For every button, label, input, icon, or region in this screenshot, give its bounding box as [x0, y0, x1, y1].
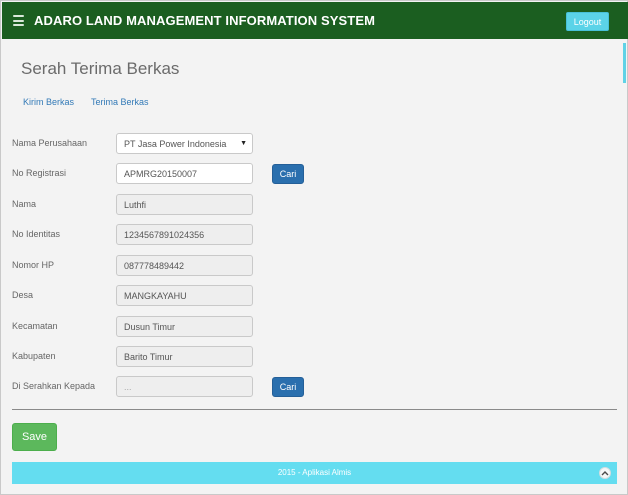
- top-navbar: ADARO LAND MANAGEMENT INFORMATION SYSTEM…: [2, 2, 628, 39]
- nomor-hp-field[interactable]: 087778489442: [116, 255, 253, 276]
- scroll-to-top-button[interactable]: [599, 467, 611, 479]
- nama-perusahaan-value: PT Jasa Power Indonesia: [124, 138, 227, 149]
- app-title: ADARO LAND MANAGEMENT INFORMATION SYSTEM: [34, 13, 376, 28]
- no-registrasi-label: No Registrasi: [12, 168, 67, 178]
- form-row-nomor-hp: Nomor HP 087778489442: [12, 255, 612, 276]
- hamburger-menu-icon[interactable]: [13, 15, 24, 26]
- nomor-hp-label: Nomor HP: [12, 260, 55, 270]
- cari-registrasi-button[interactable]: Cari: [272, 164, 304, 184]
- nama-field[interactable]: Luthfi: [116, 194, 253, 215]
- form-row-nama: Nama Luthfi: [12, 194, 612, 215]
- no-identitas-label: No Identitas: [12, 229, 61, 239]
- form-row-kabupaten: Kabupaten Barito Timur: [12, 346, 612, 367]
- footer-text: 2015 - Aplikasi Almis: [277, 468, 352, 477]
- form-row-nama-perusahaan: Nama Perusahaan PT Jasa Power Indonesia …: [12, 133, 612, 154]
- form-row-no-registrasi: No Registrasi APMRG20150007 Cari: [12, 163, 612, 184]
- nama-perusahaan-label: Nama Perusahaan: [12, 138, 88, 148]
- form-row-no-identitas: No Identitas 1234567891024356: [12, 224, 612, 245]
- form-row-desa: Desa MANGKAYAHU: [12, 285, 612, 306]
- kabupaten-label: Kabupaten: [12, 351, 56, 361]
- tab-kirim-berkas[interactable]: Kirim Berkas: [23, 97, 74, 107]
- save-button[interactable]: Save: [12, 423, 57, 451]
- form-divider: [12, 409, 617, 410]
- form-row-kecamatan: Kecamatan Dusun Timur: [12, 316, 612, 337]
- di-serahkan-kepada-label: Di Serahkan Kepada: [12, 381, 96, 391]
- no-registrasi-input[interactable]: APMRG20150007: [116, 163, 253, 184]
- logout-button[interactable]: Logout: [566, 12, 609, 31]
- form-row-di-serahkan-kepada: Di Serahkan Kepada ... Cari: [12, 376, 612, 397]
- scrollbar-thumb[interactable]: [623, 43, 626, 83]
- kabupaten-field[interactable]: Barito Timur: [116, 346, 253, 367]
- chevron-up-icon: [601, 471, 609, 476]
- footer: 2015 - Aplikasi Almis: [12, 462, 617, 484]
- kecamatan-label: Kecamatan: [12, 321, 58, 331]
- di-serahkan-kepada-field[interactable]: ...: [116, 376, 253, 397]
- desa-label: Desa: [12, 290, 34, 300]
- cari-penerima-button[interactable]: Cari: [272, 377, 304, 397]
- app-window: ADARO LAND MANAGEMENT INFORMATION SYSTEM…: [0, 0, 628, 495]
- nama-label: Nama: [12, 199, 37, 209]
- desa-field[interactable]: MANGKAYAHU: [116, 285, 253, 306]
- nama-perusahaan-select[interactable]: PT Jasa Power Indonesia ▼: [116, 133, 253, 154]
- kecamatan-field[interactable]: Dusun Timur: [116, 316, 253, 337]
- tab-terima-berkas[interactable]: Terima Berkas: [91, 97, 149, 107]
- no-identitas-field[interactable]: 1234567891024356: [116, 224, 253, 245]
- caret-down-icon: ▼: [240, 140, 247, 147]
- page-title: Serah Terima Berkas: [21, 59, 180, 78]
